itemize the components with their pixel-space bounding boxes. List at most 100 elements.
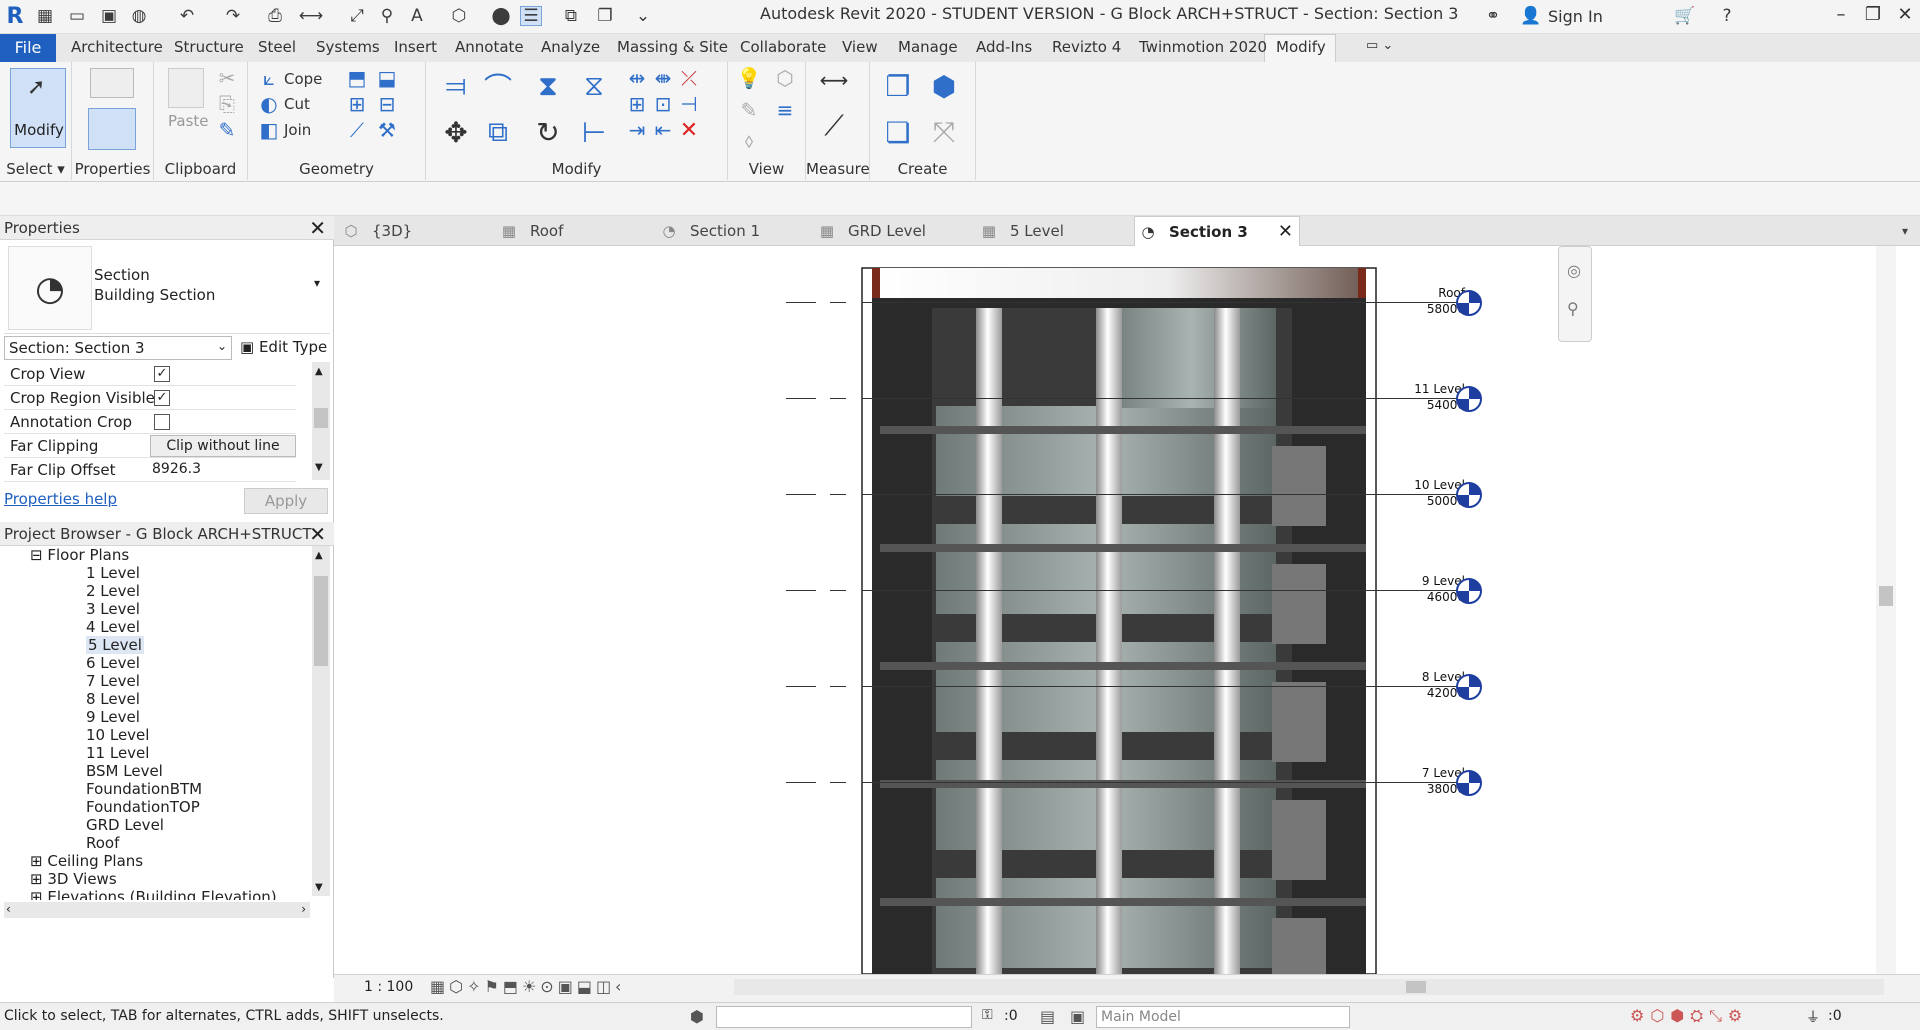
level-row[interactable]: 10 Level 50000 bbox=[336, 478, 1482, 508]
scroll-thumb[interactable] bbox=[314, 576, 328, 666]
tab-overflow-icon[interactable]: ▾ bbox=[1902, 216, 1908, 246]
scroll-down-icon[interactable]: ▼ bbox=[315, 462, 323, 473]
mirror-draw-icon[interactable]: ⧖ bbox=[576, 68, 612, 104]
tab-view[interactable]: View bbox=[842, 38, 878, 56]
floor-plan-item[interactable]: 9 Level bbox=[86, 708, 140, 726]
start-page-icon[interactable]: ▦ bbox=[34, 6, 56, 26]
tab-grd-level[interactable]: ▦ GRD Level bbox=[818, 216, 926, 246]
level-row[interactable]: 11 Level 54000 bbox=[336, 382, 1482, 412]
3d-view-icon[interactable]: ⬡ bbox=[448, 6, 470, 26]
scale-icon[interactable]: ⊡ bbox=[650, 92, 676, 116]
modify-tool-button[interactable]: ➚ Modify bbox=[10, 68, 66, 148]
switch-windows-icon[interactable]: ❐ bbox=[594, 6, 616, 26]
annotation-crop-checkbox[interactable] bbox=[154, 414, 170, 430]
view-scale[interactable]: 1 : 100 bbox=[364, 979, 413, 995]
split-element-icon[interactable]: ⇹ bbox=[624, 66, 650, 90]
cope-label[interactable]: Cope bbox=[284, 70, 322, 88]
minimize-button[interactable]: – bbox=[1826, 4, 1856, 28]
type-selector[interactable]: ◔ Section Building Section ▾ bbox=[4, 246, 330, 334]
type-properties-icon[interactable] bbox=[90, 68, 134, 98]
properties-scrollbar[interactable]: ▲ ▼ bbox=[312, 362, 330, 480]
floor-plan-item[interactable]: 4 Level bbox=[86, 618, 140, 636]
undo-icon[interactable]: ↶ bbox=[176, 6, 198, 26]
floor-plan-item[interactable]: 1 Level bbox=[86, 564, 140, 582]
floor-plan-item[interactable]: 10 Level bbox=[86, 726, 149, 744]
scroll-right-icon[interactable]: › bbox=[301, 902, 306, 916]
floor-plan-item[interactable]: 2 Level bbox=[86, 582, 140, 600]
cart-icon[interactable]: 🛒 bbox=[1674, 6, 1696, 26]
help-icon[interactable]: ? bbox=[1716, 6, 1738, 26]
trim-multiple-icon[interactable]: ⇥ bbox=[624, 118, 650, 142]
tab-massing-site[interactable]: Massing & Site bbox=[617, 38, 728, 56]
floor-plan-item[interactable]: BSM Level bbox=[86, 762, 163, 780]
tab-twinmotion[interactable]: Twinmotion 2020 bbox=[1139, 38, 1267, 56]
offset-icon[interactable]: ⌒ bbox=[480, 68, 516, 104]
paint-view-icon[interactable]: ⬨ bbox=[736, 128, 762, 152]
tab-revizto[interactable]: Revizto 4 bbox=[1052, 38, 1121, 56]
tab-insert[interactable]: Insert bbox=[394, 38, 437, 56]
properties-close-icon[interactable]: ✕ bbox=[309, 216, 326, 240]
tab-systems[interactable]: Systems bbox=[316, 38, 380, 56]
copy-icon[interactable]: ⎘ bbox=[214, 92, 240, 116]
measure-between-icon[interactable]: ⟷ bbox=[814, 68, 854, 92]
expand-icon[interactable]: ⊞ bbox=[30, 852, 43, 870]
measure-icon[interactable]: ⟷ bbox=[299, 6, 323, 26]
floor-plan-item[interactable]: 5 Level bbox=[86, 636, 144, 654]
section-icon[interactable]: ⬤ bbox=[490, 6, 512, 26]
elevations-node[interactable]: ⊞ Elevations (Building Elevation) bbox=[30, 888, 277, 900]
tab-steel[interactable]: Steel bbox=[258, 38, 296, 56]
beam-column-joins-icon[interactable]: ⟋ bbox=[344, 118, 370, 142]
tab-3d[interactable]: ⬡ {3D} bbox=[342, 216, 412, 246]
floor-plan-item[interactable]: GRD Level bbox=[86, 816, 164, 834]
tab-manage[interactable]: Manage bbox=[898, 38, 958, 56]
scroll-down-icon[interactable]: ▼ bbox=[315, 882, 323, 893]
select-group-label[interactable]: Select ▾ bbox=[0, 160, 71, 178]
scroll-thumb[interactable] bbox=[314, 408, 328, 428]
floor-plan-item[interactable]: 6 Level bbox=[86, 654, 140, 672]
scroll-thumb[interactable] bbox=[1406, 981, 1426, 993]
tab-collaborate[interactable]: Collaborate bbox=[740, 38, 826, 56]
floor-plans-node[interactable]: ⊟ Floor Plans bbox=[30, 546, 129, 564]
tab-analyze[interactable]: Analyze bbox=[541, 38, 600, 56]
tab-5-level[interactable]: ▦ 5 Level bbox=[980, 216, 1064, 246]
sign-in-link[interactable]: Sign In bbox=[1548, 7, 1603, 26]
save-icon[interactable]: ▣ bbox=[98, 6, 120, 26]
close-hidden-icon[interactable]: ⧉ bbox=[560, 6, 582, 26]
wall-joins-icon[interactable]: ⊞ bbox=[344, 92, 370, 116]
copy-element-icon[interactable]: ⧉ bbox=[480, 114, 516, 150]
far-clip-offset-value[interactable]: 8926.3 bbox=[152, 461, 201, 477]
aligned-dimension-ribbon-icon[interactable]: ⟋ bbox=[814, 108, 854, 144]
text-icon[interactable]: A bbox=[406, 6, 428, 26]
tab-modify[interactable]: Modify bbox=[1276, 38, 1326, 56]
worksets-icon[interactable]: ⬢ bbox=[690, 1007, 704, 1026]
unpin-icon[interactable]: ⤫ bbox=[676, 66, 702, 90]
design-option-dropdown[interactable]: Main Model bbox=[1096, 1006, 1350, 1028]
rotate-icon[interactable]: ↻ bbox=[530, 114, 566, 150]
user-icon[interactable]: 👤 bbox=[1520, 6, 1542, 26]
binoculars-icon[interactable]: ⚭ bbox=[1482, 6, 1504, 26]
tab-architecture[interactable]: Architecture bbox=[71, 38, 163, 56]
create-similar-icon[interactable]: ⤧ bbox=[926, 114, 962, 150]
align-icon[interactable]: ⫤ bbox=[438, 68, 474, 104]
level-row[interactable]: Roof 58000 bbox=[336, 286, 1482, 316]
floor-plan-item[interactable]: 11 Level bbox=[86, 744, 149, 762]
mirror-axis-icon[interactable]: ⧗ bbox=[530, 68, 566, 104]
cut-clipboard-icon[interactable]: ✂ bbox=[214, 66, 240, 90]
properties-help-link[interactable]: Properties help bbox=[4, 490, 117, 508]
ceiling-plans-node[interactable]: ⊞ Ceiling Plans bbox=[30, 852, 143, 870]
canvas-vscrollbar[interactable] bbox=[1876, 246, 1896, 974]
tab-roof[interactable]: ▦ Roof bbox=[500, 216, 563, 246]
properties-toggle-icon[interactable] bbox=[88, 108, 136, 150]
move-icon[interactable]: ✥ bbox=[438, 114, 474, 150]
design-options-icon[interactable]: ▤ bbox=[1040, 1007, 1055, 1026]
tab-section-3[interactable]: ◔ Section 3 ✕ bbox=[1134, 216, 1300, 246]
floor-plan-item[interactable]: 7 Level bbox=[86, 672, 140, 690]
steering-wheel-icon[interactable]: ◎ bbox=[1567, 261, 1581, 280]
instance-filter-dropdown[interactable]: Section: Section 3 ⌄ bbox=[4, 336, 232, 360]
browser-scrollbar[interactable]: ▲ ▼ bbox=[312, 546, 330, 896]
model-icon[interactable]: ▣ bbox=[1070, 1007, 1085, 1026]
browser-hscrollbar[interactable]: ‹ › bbox=[4, 902, 310, 918]
view-control-icons[interactable]: ▦⬡✧⚑⬒☀⊙▣⬓◫‹ bbox=[430, 977, 625, 996]
match-properties-icon[interactable]: ✎ bbox=[214, 118, 240, 142]
revit-logo-icon[interactable]: R bbox=[4, 4, 26, 29]
